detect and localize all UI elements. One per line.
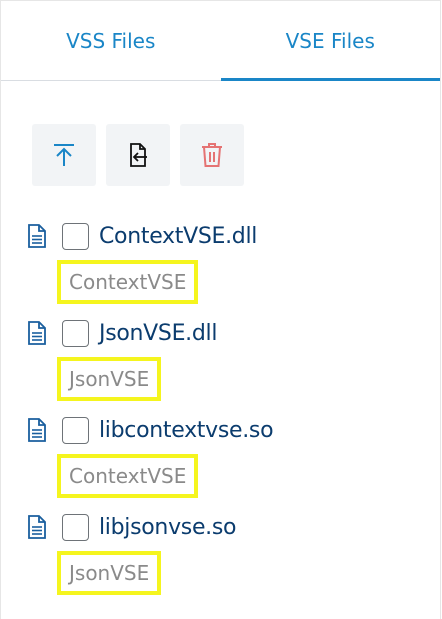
trash-icon (202, 143, 222, 167)
file-import-icon (130, 143, 147, 167)
alias-field[interactable]: ContextVSE (57, 454, 199, 498)
upload-button[interactable] (32, 124, 96, 186)
file-toolbar (32, 124, 244, 186)
import-file-button[interactable] (106, 124, 170, 186)
vse-file-panel: VSS Files VSE Files ContextVSE.dll Conte… (0, 0, 441, 619)
file-name: libcontextvse.so (99, 417, 274, 443)
document-icon (25, 223, 49, 249)
list-item: libcontextvse.so ContextVSE (25, 410, 440, 505)
delete-button[interactable] (180, 124, 244, 186)
tab-vss-files[interactable]: VSS Files (1, 1, 221, 80)
list-item: libjsonvse.so JsonVSE (25, 507, 440, 602)
list-item: JsonVSE.dll JsonVSE (25, 313, 440, 408)
file-checkbox[interactable] (62, 319, 89, 347)
file-name: JsonVSE.dll (99, 320, 218, 346)
tab-vse-files[interactable]: VSE Files (220, 1, 441, 81)
file-list: ContextVSE.dll ContextVSE JsonVSE.dll Js… (25, 216, 440, 604)
document-icon (25, 514, 49, 540)
alias-field[interactable]: JsonVSE (57, 357, 162, 401)
alias-field[interactable]: ContextVSE (57, 260, 199, 304)
alias-field[interactable]: JsonVSE (57, 551, 162, 595)
file-name: libjsonvse.so (99, 514, 237, 540)
document-icon (25, 417, 49, 443)
upload-icon (54, 144, 74, 166)
file-checkbox[interactable] (62, 416, 89, 444)
file-checkbox[interactable] (62, 222, 89, 250)
tab-bar: VSS Files VSE Files (1, 1, 440, 81)
file-checkbox[interactable] (62, 513, 89, 541)
list-item: ContextVSE.dll ContextVSE (25, 216, 440, 311)
document-icon (25, 320, 49, 346)
file-name: ContextVSE.dll (99, 223, 258, 249)
